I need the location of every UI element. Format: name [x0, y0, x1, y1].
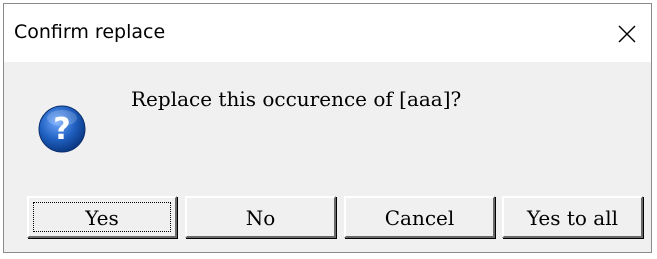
dialog-title: Confirm replace [14, 21, 166, 43]
no-button-label: No [245, 206, 276, 230]
cancel-button-label: Cancel [384, 206, 455, 230]
yes-to-all-button[interactable]: Yes to all [502, 196, 643, 238]
question-icon: ? [38, 105, 86, 153]
confirm-message: Replace this occurence of [aaa]? [131, 87, 462, 111]
yes-button-label: Yes [85, 206, 119, 230]
no-button[interactable]: No [185, 196, 336, 238]
yes-to-all-button-label: Yes to all [526, 206, 619, 230]
close-icon [618, 25, 636, 43]
title-bar: Confirm replace [4, 4, 651, 62]
svg-text:?: ? [53, 112, 70, 147]
yes-button[interactable]: Yes [27, 196, 177, 238]
close-button[interactable] [607, 14, 647, 54]
cancel-button[interactable]: Cancel [344, 196, 495, 238]
confirm-replace-dialog: Confirm replace ? Replace this occurence… [3, 3, 652, 253]
